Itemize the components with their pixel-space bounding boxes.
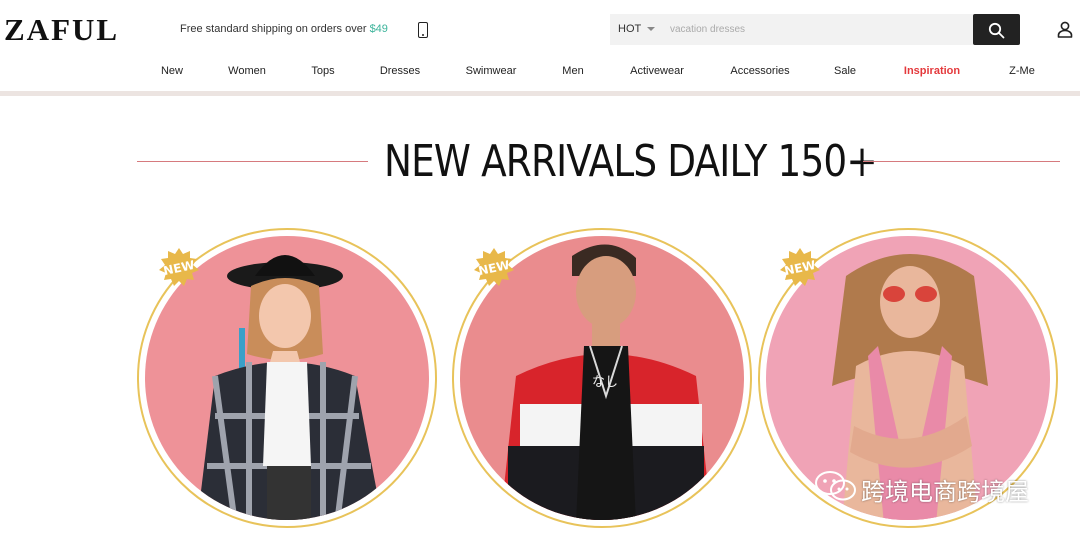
nav-divider <box>0 91 1080 96</box>
nav-item-sale[interactable]: Sale <box>834 65 856 77</box>
svg-text:なし: なし <box>592 375 618 390</box>
section-title: NEW ARRIVALS DAILY 150+ <box>384 136 878 187</box>
shipping-amount: $49 <box>369 23 388 35</box>
new-badge: NEW <box>159 248 199 288</box>
nav-item-dresses[interactable]: Dresses <box>380 65 420 77</box>
nav-item-new[interactable]: New <box>161 65 183 77</box>
search-category-select[interactable]: HOT <box>618 23 641 35</box>
search-bar: HOT <box>610 14 1020 45</box>
nav-item-z-me[interactable]: Z-Me <box>1009 65 1035 77</box>
new-badge: NEW <box>474 248 514 288</box>
heading-rule-left <box>137 161 368 162</box>
heading-rule-right <box>863 161 1060 162</box>
nav-item-women[interactable]: Women <box>228 65 266 77</box>
nav-item-inspiration[interactable]: Inspiration <box>904 65 960 77</box>
new-arrival-tile-women[interactable]: NEW <box>137 228 437 528</box>
nav-item-swimwear[interactable]: Swimwear <box>466 65 517 77</box>
watermark-text: 跨境电商跨境屋 <box>861 478 1029 506</box>
search-input[interactable] <box>670 20 960 39</box>
nav-item-men[interactable]: Men <box>562 65 583 77</box>
new-arrivals-section-header: NEW ARRIVALS DAILY 150+ <box>0 130 1080 190</box>
new-arrival-tile-men[interactable]: なし NEW <box>452 228 752 528</box>
nav-item-activewear[interactable]: Activewear <box>630 65 684 77</box>
mobile-phone-icon[interactable] <box>418 22 428 38</box>
wechat-icon <box>815 471 856 501</box>
main-nav: New Women Tops Dresses Swimwear Men Acti… <box>0 62 1080 84</box>
nav-item-tops[interactable]: Tops <box>311 65 334 77</box>
header: ZAFUL Free standard shipping on orders o… <box>0 0 1080 60</box>
wechat-watermark: 跨境电商跨境屋 <box>815 470 1029 506</box>
search-icon <box>988 22 1005 39</box>
shipping-text: Free standard shipping on orders over <box>180 23 370 35</box>
zaful-logo[interactable]: ZAFUL <box>4 12 119 48</box>
nav-item-accessories[interactable]: Accessories <box>730 65 789 77</box>
shipping-promo: Free standard shipping on orders over $4… <box>180 23 388 35</box>
search-button[interactable] <box>973 14 1020 45</box>
new-badge: NEW <box>780 248 820 288</box>
chevron-down-icon[interactable] <box>647 27 655 31</box>
user-account-icon[interactable] <box>1057 21 1073 38</box>
